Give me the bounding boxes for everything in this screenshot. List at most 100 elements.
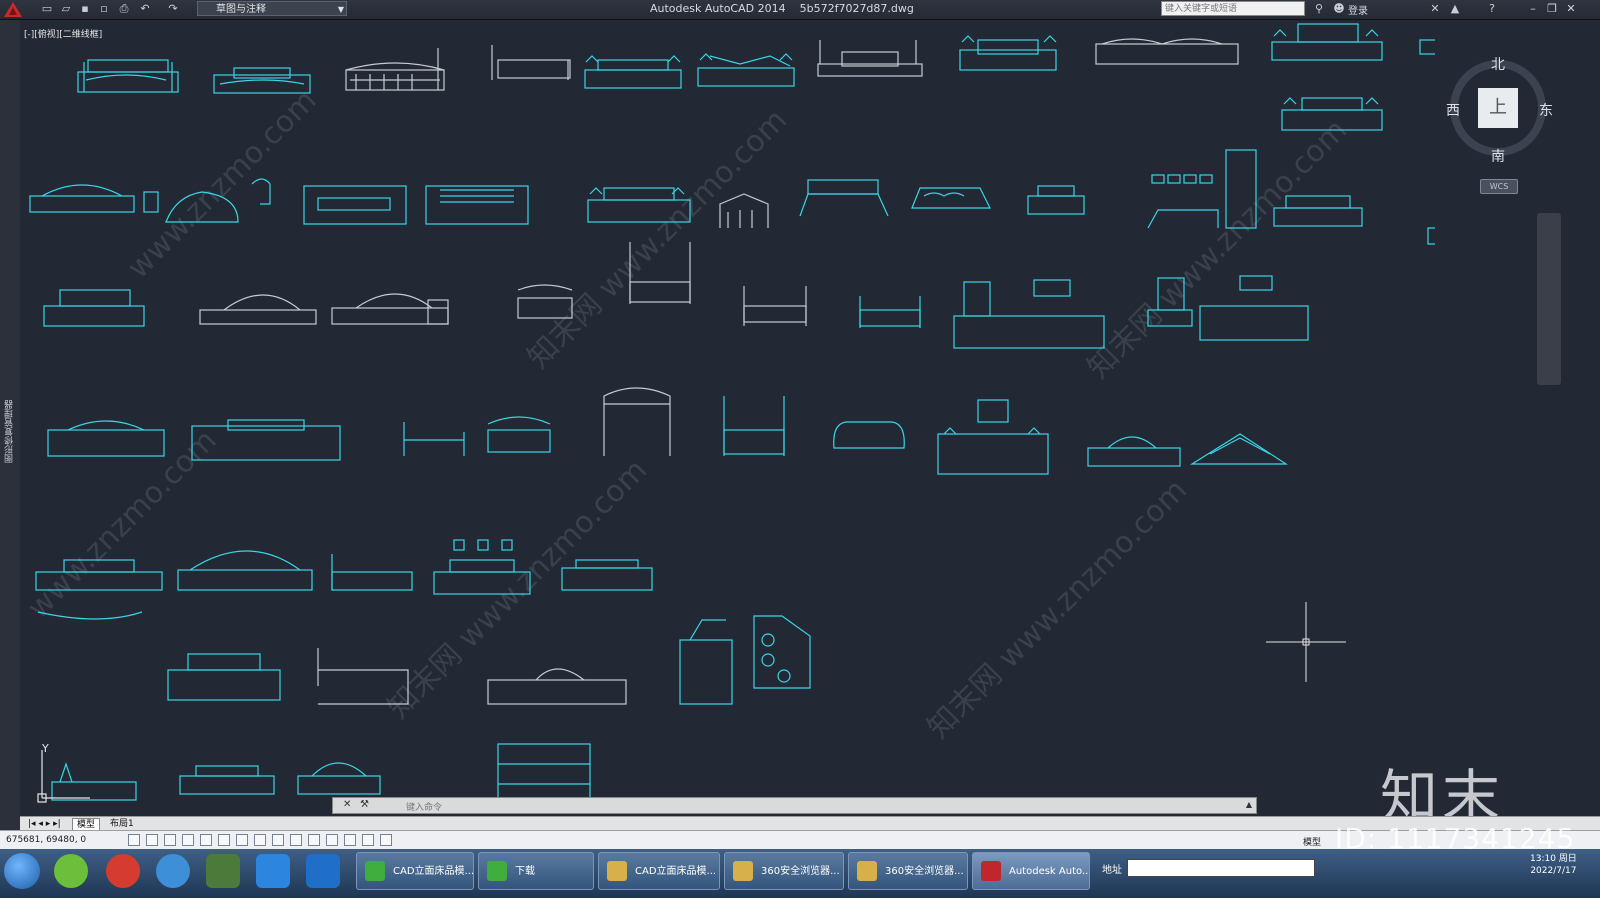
left-palette-strip[interactable]: 图形修复管理器	[0, 20, 21, 840]
svg-text:Y: Y	[41, 742, 49, 755]
svg-text:www.znzmo.com: www.znzmo.com	[21, 423, 224, 626]
bed-elevation	[953, 279, 1105, 349]
model-space-toggle[interactable]: 模型	[1303, 835, 1321, 848]
osnap-icon[interactable]	[200, 834, 212, 846]
command-line[interactable]: ✕ ⚒ 键入命令 ▲	[332, 797, 1257, 814]
viewcube-top-face[interactable]: 上	[1478, 88, 1518, 128]
task-label: 360安全浏览器...	[885, 866, 964, 877]
bed-elevation	[29, 184, 159, 213]
tab-nav-arrows[interactable]: |◂ ◂ ▸ ▸|	[24, 818, 65, 830]
task-item-download[interactable]: 下载	[478, 852, 594, 890]
navigation-bar[interactable]	[1537, 213, 1561, 385]
user-icon[interactable]: ☻	[1332, 2, 1346, 16]
bed-elevation	[297, 762, 381, 795]
app-name: Autodesk AutoCAD 2014	[650, 2, 786, 15]
3d-osnap-icon[interactable]	[218, 834, 230, 846]
drawing-recovery-label[interactable]: 图形修复管理器	[3, 400, 16, 463]
address-input[interactable]	[1127, 859, 1315, 877]
workspace-select[interactable]: 草图与注释 ▼	[197, 1, 347, 16]
task-label: 360安全浏览器...	[761, 866, 840, 877]
feiyu-icon[interactable]	[256, 854, 290, 888]
bed-elevation	[1419, 39, 1435, 55]
bed-elevation	[833, 421, 905, 449]
undo-icon[interactable]: ↶	[138, 2, 152, 16]
save-as-icon[interactable]: ▫	[97, 2, 111, 16]
start-button[interactable]	[4, 853, 40, 889]
login-button[interactable]: 登录	[1348, 2, 1368, 17]
bed-elevation	[723, 396, 785, 456]
bed-elevation	[937, 399, 1049, 475]
wrench-icon[interactable]: ⚒	[360, 799, 369, 810]
compass-west[interactable]: 西	[1446, 100, 1460, 120]
transparency-icon[interactable]	[308, 834, 320, 846]
bed-elevation	[425, 185, 529, 225]
redo-icon[interactable]: ↷	[166, 2, 180, 16]
svg-text:www.znzmo.com: www.znzmo.com	[121, 83, 324, 286]
bed-elevation	[331, 554, 413, 591]
bed-elevation	[719, 193, 769, 228]
otrack-icon[interactable]	[236, 834, 248, 846]
bed-elevation	[167, 653, 281, 701]
quick-properties-icon[interactable]	[326, 834, 338, 846]
selection-cycling-icon[interactable]	[344, 834, 356, 846]
coordinates-readout: 675681, 69480, 0	[6, 835, 87, 845]
dyn-icon[interactable]	[272, 834, 284, 846]
bed-elevation	[603, 387, 671, 456]
compass-east[interactable]: 东	[1539, 100, 1553, 120]
security-icon[interactable]	[306, 854, 340, 888]
bed-elevation	[179, 765, 275, 795]
binoculars-icon[interactable]: ⚲	[1312, 2, 1326, 16]
bed-elevation	[47, 420, 165, 457]
task-item-cad-folder-2[interactable]: CAD立面床品模...	[598, 852, 720, 890]
open-icon[interactable]: ▱	[59, 2, 73, 16]
bed-elevation	[959, 35, 1057, 71]
minimize-button[interactable]: –	[1526, 2, 1540, 15]
media-player-icon[interactable]	[106, 854, 140, 888]
bed-elevation	[1027, 185, 1085, 215]
browser-icon[interactable]	[54, 854, 88, 888]
restore-button[interactable]: ❐	[1545, 2, 1559, 15]
ucs-icon	[37, 750, 90, 803]
close-button[interactable]: ✕	[1564, 2, 1578, 15]
download-icon	[487, 861, 507, 881]
close-icon[interactable]: ✕	[343, 799, 351, 810]
print-icon[interactable]: ⎙	[117, 2, 131, 16]
ortho-icon[interactable]	[164, 834, 176, 846]
grid-icon[interactable]	[146, 834, 158, 846]
lineweight-icon[interactable]	[290, 834, 302, 846]
chevron-up-icon[interactable]: ▲	[1246, 800, 1252, 809]
task-item-autocad[interactable]: Autodesk Auto...	[972, 852, 1090, 890]
task-item-360-browser-1[interactable]: 360安全浏览器...	[724, 852, 844, 890]
bed-elevation	[799, 179, 889, 217]
system-clock[interactable]: 13:10 周日 2022/7/17	[1530, 853, 1577, 877]
tab-layout1[interactable]: 布局1	[106, 818, 138, 830]
search-input[interactable]: 键入关键字或短语	[1161, 1, 1305, 16]
annotation-monitor-icon[interactable]	[362, 834, 374, 846]
polar-icon[interactable]	[182, 834, 194, 846]
compass-north[interactable]: 北	[1491, 54, 1505, 74]
help-icon[interactable]: ?	[1485, 2, 1499, 16]
bed-elevation	[859, 296, 921, 328]
bed-elevation	[345, 48, 445, 91]
plus-icon[interactable]	[380, 834, 392, 846]
bed-elevation	[743, 286, 807, 326]
command-input[interactable]: 键入命令	[406, 800, 442, 813]
task-item-360-browser-2[interactable]: 360安全浏览器...	[848, 852, 968, 890]
autocad-logo-icon[interactable]	[2, 1, 24, 18]
snap-icon[interactable]	[128, 834, 140, 846]
svg-text:知末网 www.znzmo.com: 知末网 www.znzmo.com	[381, 453, 654, 726]
exchange-icon[interactable]: ✕	[1428, 2, 1442, 16]
ducs-icon[interactable]	[254, 834, 266, 846]
task-item-cad-folder-1[interactable]: CAD立面床品模...	[356, 852, 474, 890]
bed-elevation	[1427, 227, 1435, 245]
new-icon[interactable]: ▭	[40, 2, 54, 16]
autodesk-icon[interactable]: ▲	[1448, 2, 1462, 16]
save-icon[interactable]: ▪	[78, 2, 92, 16]
chevron-down-icon: ▼	[337, 5, 344, 14]
ie-icon[interactable]	[156, 854, 190, 888]
bed-elevation	[491, 45, 571, 80]
clock-time: 13:10 周日	[1530, 854, 1577, 864]
wcs-menu[interactable]: WCS	[1480, 179, 1518, 194]
compass-south[interactable]: 南	[1491, 146, 1505, 166]
network-icon[interactable]	[206, 854, 240, 888]
